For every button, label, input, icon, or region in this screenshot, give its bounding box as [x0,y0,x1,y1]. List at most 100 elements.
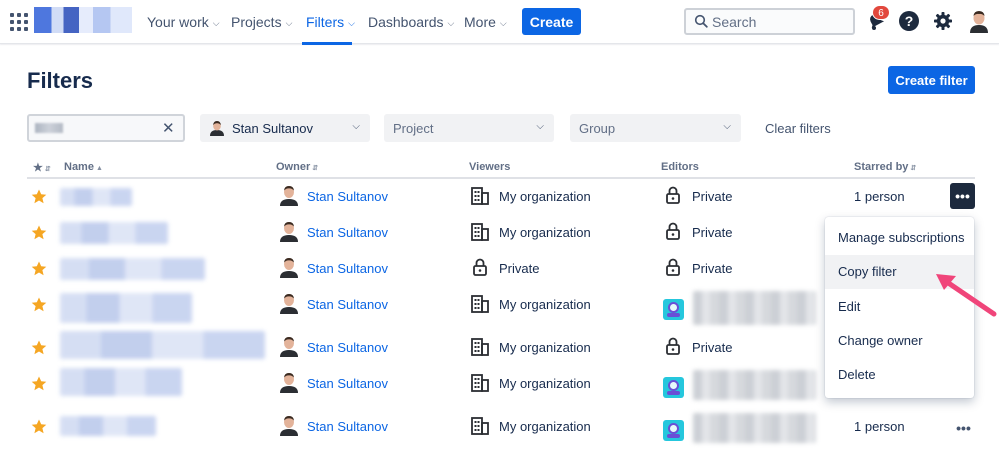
nav-filters-label: Filters [306,14,345,30]
project-select[interactable]: Project ⌵ [384,114,554,142]
owner-avatar-icon [210,121,224,136]
owner-avatar [280,416,298,436]
group-avatar-icon [663,420,684,441]
redacted-search-text [35,123,63,133]
nav-filters[interactable]: Filters ⌵ [306,14,355,30]
star-filled-icon[interactable] [31,376,47,391]
filter-name-link[interactable] [60,222,168,244]
starred-by-value: 1 person [854,419,905,434]
owner-select-value: Stan Sultanov [232,121,313,136]
column-header-name[interactable]: Name ▲ [64,161,103,173]
filter-name-link[interactable] [60,368,182,396]
column-header-owner-label: Owner [276,161,311,173]
owner-avatar [280,222,298,242]
group-avatar-icon [663,299,684,320]
filter-name-link[interactable] [60,258,205,280]
chevron-down-icon: ⌵ [212,18,220,28]
search-input[interactable] [712,13,850,31]
viewers-value: My organization [499,376,591,391]
viewers-value: My organization [499,297,591,312]
more-actions-button[interactable]: ••• [951,418,976,438]
menu-item-delete[interactable]: Delete [825,358,974,392]
app-switcher-icon[interactable] [10,13,28,31]
table-header-divider [27,177,975,179]
owner-link[interactable]: Stan Sultanov [307,261,388,276]
owner-select[interactable]: Stan Sultanov ⌵ [200,114,370,142]
star-filled-icon[interactable] [31,297,47,312]
owner-avatar [280,294,298,314]
settings-gear-icon[interactable] [933,11,953,31]
search-field[interactable] [684,8,855,35]
lock-icon [666,258,680,276]
nav-dashboards-label: Dashboards [368,14,444,30]
project-select-placeholder: Project [393,121,434,136]
clear-search-icon[interactable]: ✕ [162,119,175,137]
owner-link[interactable]: Stan Sultanov [307,376,388,391]
editors-value: Private [692,340,733,355]
filter-name-link[interactable] [60,416,156,436]
filter-search-input[interactable]: ✕ [27,114,185,142]
star-filled-icon[interactable] [31,189,47,204]
editors-value: Private [692,261,733,276]
lock-icon [666,186,680,204]
site-logo[interactable] [34,7,132,33]
sort-ascending-icon: ▲ [95,165,103,172]
owner-link[interactable]: Stan Sultanov [307,297,388,312]
menu-item-manage-subscriptions[interactable]: Manage subscriptions [825,221,974,255]
owner-avatar [280,186,298,206]
active-nav-indicator [302,42,352,45]
owner-link[interactable]: Stan Sultanov [307,340,388,355]
page-title: Filters [27,68,94,93]
help-icon[interactable]: ? [899,11,919,31]
star-filled-icon[interactable] [31,340,47,355]
sort-icon: ⇵ [312,165,319,172]
sort-icon: ⇵ [44,166,51,173]
annotation-arrow-icon [936,274,997,317]
redacted-editors [693,413,816,443]
lock-icon [473,258,487,276]
star-header-icon: ★ [33,162,43,174]
top-nav: Your work ⌵ Projects ⌵ Filters ⌵ Dashboards… [0,0,999,45]
create-filter-button[interactable]: Create filter [888,66,975,94]
group-select[interactable]: Group ⌵ [570,114,741,142]
owner-link[interactable]: Stan Sultanov [307,225,388,240]
star-filled-icon[interactable] [31,419,47,434]
clear-filters-button[interactable]: Clear filters [765,121,831,136]
star-filled-icon[interactable] [31,261,47,276]
owner-link[interactable]: Stan Sultanov [307,189,388,204]
owner-avatar [280,337,298,357]
nav-more[interactable]: More ⌵ [464,14,507,30]
filter-search-field[interactable] [69,120,159,136]
chevron-down-icon: ⌵ [499,18,507,28]
starred-by-value: 1 person [854,189,905,204]
column-header-editors: Editors [661,161,699,173]
owner-link[interactable]: Stan Sultanov [307,419,388,434]
column-header-starred-by[interactable]: Starred by ⇵ [854,161,916,173]
more-actions-button[interactable]: ••• [950,183,975,209]
filter-name-link[interactable] [60,293,192,323]
organization-icon [471,187,489,205]
column-header-star[interactable]: ★ ⇵ [33,161,51,174]
column-header-name-label: Name [64,161,94,173]
editors-value: Private [692,189,733,204]
nav-projects[interactable]: Projects ⌵ [231,14,292,30]
viewers-value: My organization [499,225,591,240]
sort-icon: ⇵ [910,165,917,172]
column-header-viewers: Viewers [469,161,510,173]
nav-your-work[interactable]: Your work ⌵ [147,14,220,30]
organization-icon [471,223,489,241]
nav-dashboards[interactable]: Dashboards ⌵ [368,14,454,30]
column-header-starred-by-label: Starred by [854,161,909,173]
nav-your-work-label: Your work [147,14,209,30]
organization-icon [471,374,489,392]
chevron-down-icon: ⌵ [723,121,731,132]
filter-name-link[interactable] [60,188,132,206]
column-header-owner[interactable]: Owner ⇵ [276,161,318,173]
menu-item-change-owner[interactable]: Change owner [825,324,974,358]
filter-name-link[interactable] [60,331,265,359]
create-button[interactable]: Create [522,8,581,35]
user-avatar[interactable] [968,9,990,33]
viewers-value: Private [499,261,540,276]
star-filled-icon[interactable] [31,225,47,240]
chevron-down-icon: ⌵ [447,18,455,28]
